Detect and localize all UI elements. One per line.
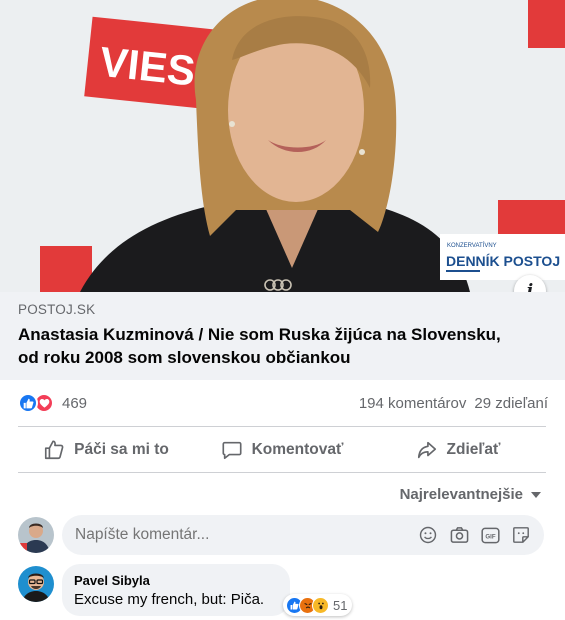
wow-icon [312, 596, 329, 614]
comments-count-link[interactable]: 194 komentárov [359, 395, 467, 412]
sort-label: Najrelevantnejšie [399, 486, 523, 503]
composer-icons: GIF [408, 524, 532, 546]
comment-reaction-count: 51 [333, 597, 348, 613]
svg-text:GIF: GIF [485, 533, 495, 540]
comment-composer[interactable]: GIF [62, 515, 544, 555]
engagement-counts: 194 komentárov 29 zdieľaní [359, 395, 548, 412]
link-title-line: od roku 2008 som slovenskou občiankou [18, 348, 351, 367]
like-icon [18, 393, 38, 413]
link-title-line: Anastasia Kuzminová / Nie som Ruska žijú… [18, 325, 501, 344]
post-stats: 469 194 komentárov 29 zdieľaní [18, 388, 548, 418]
emoji-icon[interactable] [417, 524, 439, 546]
comment-reactions[interactable]: 51 [283, 594, 353, 616]
like-button[interactable]: Páči sa mi to [18, 429, 194, 471]
share-button[interactable]: Zdieľať [370, 429, 546, 471]
denik-postoj-logo: KONZERVATÍVNY DENNÍK POSTOJ [440, 234, 565, 280]
svg-text:KONZERVATÍVNY: KONZERVATÍVNY [447, 242, 497, 249]
comment-input[interactable] [75, 526, 408, 544]
svg-text:DENNÍK POSTOJ: DENNÍK POSTOJ [446, 253, 560, 269]
shares-count-link[interactable]: 29 zdieľaní [474, 395, 548, 412]
comment-text: Excuse my french, but: Piča. [74, 591, 265, 608]
thumbs-up-icon [45, 440, 64, 460]
share-button-label: Zdieľať [446, 441, 501, 458]
comment-bubble: Pavel Sibyla Excuse my french, but: Piča… [62, 564, 290, 616]
link-title[interactable]: Anastasia Kuzminová / Nie som Ruska žijú… [18, 323, 547, 369]
sticker-icon[interactable] [510, 524, 532, 546]
like-button-label: Páči sa mi to [74, 441, 169, 458]
reaction-count: 469 [62, 394, 88, 412]
speech-bubble-icon [222, 441, 242, 460]
comment-button[interactable]: Komentovať [194, 429, 370, 471]
comment-sort-dropdown[interactable]: Najrelevantnejšie [400, 486, 541, 503]
comment-author-avatar[interactable] [18, 566, 54, 602]
divider [18, 472, 546, 473]
comment-button-label: Komentovať [251, 441, 344, 458]
portrait-photo: VIESS KONZERVATÍVNY DENNÍK POSTOJ [0, 0, 565, 292]
post-actions: Páči sa mi to Komentovať Zdieľať [18, 429, 546, 471]
camera-icon[interactable] [448, 524, 470, 546]
post-image[interactable]: VIESS KONZERVATÍVNY DENNÍK POSTOJ [0, 0, 565, 292]
chevron-down-icon [531, 491, 541, 498]
sponsor-banner-top-right [528, 0, 565, 48]
share-arrow-icon [417, 441, 436, 459]
divider [18, 426, 546, 427]
reaction-summary[interactable]: 469 [18, 393, 87, 413]
gif-icon[interactable]: GIF [479, 524, 501, 546]
link-domain: POSTOJ.SK [18, 302, 96, 317]
avatar[interactable] [18, 517, 54, 553]
comment-author-name[interactable]: Pavel Sibyla [74, 573, 278, 588]
link-preview[interactable]: POSTOJ.SK Anastasia Kuzminová / Nie som … [0, 292, 565, 380]
